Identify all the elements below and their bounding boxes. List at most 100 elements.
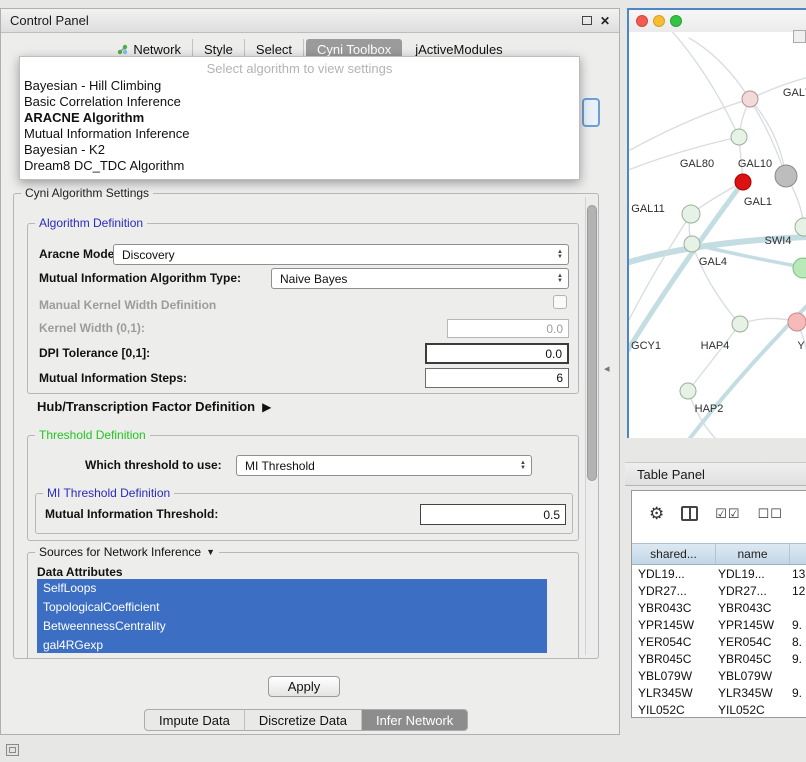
column-visibility-icon[interactable]: [681, 506, 698, 521]
taskbar-icon[interactable]: [6, 744, 19, 756]
table-cell: 12: [790, 584, 806, 598]
table-cell: YDR27...: [716, 584, 790, 598]
table-cell: YBR045C: [632, 652, 716, 666]
network-edge: [629, 214, 691, 332]
mi-threshold-field[interactable]: 0.5: [420, 504, 566, 525]
aracne-mode-value: Discovery: [122, 248, 175, 262]
deselect-all-icon[interactable]: ☐☐: [758, 507, 783, 520]
table-cell: YBL079W: [716, 669, 790, 683]
table-row[interactable]: YBL079WYBL079W: [632, 667, 806, 684]
hub-transcription-factor-label: Hub/Transcription Factor Definition: [37, 399, 255, 414]
algorithm-option[interactable]: Bayesian - K2: [20, 142, 579, 158]
tab-infer-network[interactable]: Infer Network: [362, 710, 467, 730]
table-panel-window: ⚙ ☑☑ ☐☐ shared... name YDL19...YDL19...1…: [631, 490, 806, 718]
network-node[interactable]: [731, 129, 747, 145]
algorithm-option-selected[interactable]: ARACNE Algorithm: [20, 110, 579, 126]
tab-label: Style: [204, 42, 233, 57]
network-node-label: GAL1: [744, 196, 772, 208]
list-item[interactable]: TopologicalCoefficient: [37, 598, 547, 617]
table-header-row: shared... name: [632, 543, 806, 565]
tab-discretize-data[interactable]: Discretize Data: [245, 710, 362, 730]
network-node-label: GAL10: [738, 158, 772, 170]
float-window-icon[interactable]: [582, 16, 592, 25]
attribute-table-body: YDL19...YDL19...13YDR27...YDR27...12YBR0…: [632, 565, 806, 717]
settings-scrollbar[interactable]: [585, 197, 598, 655]
table-cell: 8.: [790, 635, 806, 649]
sources-legend: Sources for Network Inference: [39, 545, 201, 559]
list-item[interactable]: SelfLoops: [37, 579, 547, 598]
aracne-mode-select[interactable]: Discovery ▲▼: [113, 244, 569, 265]
combo-arrows-icon: ▲▼: [557, 250, 568, 260]
close-icon[interactable]: ✕: [600, 15, 610, 27]
mi-threshold-label: Mutual Information Threshold:: [45, 506, 218, 522]
mi-algorithm-type-select[interactable]: Naive Bayes ▲▼: [271, 268, 569, 289]
combo-arrows-icon: ▲▼: [557, 274, 568, 284]
table-row[interactable]: YER054CYER054C8.: [632, 633, 806, 650]
hub-transcription-factor-section[interactable]: Hub/Transcription Factor Definition ▶: [37, 399, 271, 414]
network-node-label: GAL11: [631, 203, 664, 215]
network-edge: [629, 99, 750, 154]
table-row[interactable]: YBR043CYBR043C: [632, 599, 806, 616]
algorithm-option[interactable]: Mutual Information Inference: [20, 126, 579, 142]
list-item[interactable]: gal4RGexp: [37, 636, 547, 653]
network-node[interactable]: [684, 236, 700, 252]
table-cell: 13: [790, 567, 806, 581]
tab-label: jActiveModules: [415, 42, 502, 57]
list-item[interactable]: BetweennessCentrality: [37, 617, 547, 636]
algorithm-dropdown-popup: Select algorithm to view settings Bayesi…: [19, 56, 580, 180]
column-header-extra[interactable]: [790, 544, 806, 564]
algorithm-option[interactable]: Dream8 DC_TDC Algorithm: [20, 158, 579, 174]
threshold-definition-legend: Threshold Definition: [35, 428, 150, 442]
table-row[interactable]: YIL052CYIL052C: [632, 701, 806, 718]
tab-label: Select: [256, 42, 292, 57]
network-node[interactable]: [735, 174, 751, 190]
algorithm-option[interactable]: Basic Correlation Inference: [20, 94, 579, 110]
network-node[interactable]: [788, 313, 806, 331]
column-header-shared-name[interactable]: shared...: [632, 544, 716, 564]
table-row[interactable]: YDR27...YDR27...12: [632, 582, 806, 599]
table-cell: YDL19...: [632, 567, 716, 581]
table-row[interactable]: YBR045CYBR045C9.: [632, 650, 806, 667]
mi-threshold-definition-legend: MI Threshold Definition: [43, 486, 174, 500]
mi-steps-field[interactable]: 6: [425, 368, 569, 388]
settings-scrollbar-thumb[interactable]: [587, 205, 597, 481]
kernel-width-field[interactable]: 0.0: [447, 319, 569, 338]
manual-kernel-width-checkbox[interactable]: [553, 295, 567, 309]
network-canvas[interactable]: GAL7GAL80GAL10GAL11GAL1SWI4GAL4GCY1HAP4Y…: [629, 32, 806, 438]
network-node-label: GAL7: [783, 87, 806, 99]
table-row[interactable]: YLR345WYLR345W9.: [632, 684, 806, 701]
table-row[interactable]: YDL19...YDL19...13: [632, 565, 806, 582]
network-node[interactable]: [775, 165, 797, 187]
network-node[interactable]: [795, 218, 806, 236]
network-node[interactable]: [742, 91, 758, 107]
collapse-down-icon[interactable]: ▼: [206, 547, 215, 557]
column-header-name[interactable]: name: [716, 544, 790, 564]
which-threshold-label: Which threshold to use:: [85, 457, 222, 473]
table-cell: YIL052C: [716, 703, 790, 717]
tab-impute-data[interactable]: Impute Data: [145, 710, 245, 730]
network-node[interactable]: [793, 258, 806, 278]
splitter-collapse-arrow[interactable]: ◂: [604, 364, 610, 375]
gear-icon[interactable]: ⚙: [649, 505, 664, 522]
apply-button[interactable]: Apply: [268, 676, 340, 697]
network-node[interactable]: [732, 316, 748, 332]
select-all-icon[interactable]: ☑☑: [715, 507, 740, 520]
minimize-traffic-light[interactable]: [653, 15, 665, 27]
table-cell: YER054C: [716, 635, 790, 649]
network-scroll-corner[interactable]: [793, 30, 806, 43]
dpi-tolerance-field[interactable]: 0.0: [425, 343, 569, 364]
network-node-label: GAL80: [680, 158, 714, 170]
table-row[interactable]: YPR145WYPR145W9.: [632, 616, 806, 633]
algorithm-combobox-button[interactable]: [582, 98, 600, 127]
data-attributes-list[interactable]: SelfLoops TopologicalCoefficient Between…: [37, 579, 547, 653]
collapse-right-icon: ▶: [262, 400, 271, 414]
table-cell: YBL079W: [632, 669, 716, 683]
algorithm-option[interactable]: Bayesian - Hill Climbing: [20, 78, 579, 94]
data-attributes-label: Data Attributes: [37, 565, 123, 579]
network-node[interactable]: [680, 383, 696, 399]
zoom-traffic-light[interactable]: [670, 15, 682, 27]
which-threshold-select[interactable]: MI Threshold ▲▼: [236, 455, 532, 476]
network-node[interactable]: [682, 205, 700, 223]
network-tab-icon: [117, 44, 128, 55]
close-traffic-light[interactable]: [636, 15, 648, 27]
